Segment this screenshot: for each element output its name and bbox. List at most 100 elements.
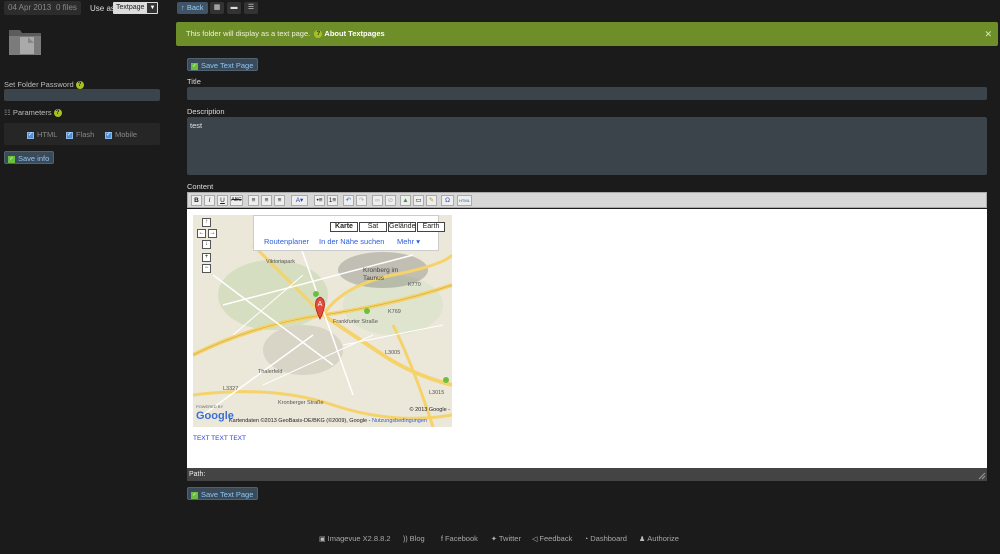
map-tab-gelaende[interactable]: Gelände: [388, 222, 416, 232]
map-tab-earth[interactable]: Earth: [417, 222, 445, 232]
description-textarea[interactable]: test: [187, 117, 987, 175]
pan-left-icon[interactable]: ←: [197, 229, 206, 238]
unlink-button[interactable]: ⊘: [385, 195, 396, 206]
map-tab-sat[interactable]: Sat: [359, 222, 387, 232]
map-label-l3327: L3327: [223, 386, 239, 392]
footer-blog-link[interactable]: )) Blog: [403, 534, 425, 543]
banner-text: This folder will display as a text page.: [186, 29, 311, 38]
attribution-text: Kartendaten ©2013 GeoBasis-DE/BKG (©2009…: [229, 418, 371, 424]
align-right-button[interactable]: ≡: [274, 195, 285, 206]
footer-twitter-link[interactable]: ✦ Twitter: [491, 534, 521, 543]
about-textpages-link[interactable]: About Textpages: [324, 29, 384, 38]
help-icon[interactable]: ?: [53, 109, 62, 118]
map-label-l3015: L3015: [429, 390, 445, 396]
redo-button[interactable]: ↷: [356, 195, 367, 206]
pan-up-icon[interactable]: ↑: [202, 218, 211, 227]
footer-version[interactable]: ▣ Imagevue X2.8.8.2: [319, 534, 391, 543]
parameters-label-row: ☷ Parameters?: [4, 108, 62, 118]
content-text-link[interactable]: TEXT TEXT TEXT: [193, 435, 246, 442]
help-icon[interactable]: ?: [75, 81, 84, 90]
rss-icon: )): [403, 536, 408, 543]
more-link[interactable]: Mehr ▾: [397, 237, 420, 246]
back-button[interactable]: ↑ Back: [177, 2, 208, 14]
footer-feedback-link[interactable]: ◁ Feedback: [532, 534, 572, 543]
footer-twitter-label: Twitter: [498, 534, 521, 543]
folder-icon: [9, 30, 41, 55]
checkbox-icon[interactable]: ✓: [66, 131, 73, 139]
title-input[interactable]: [187, 87, 987, 100]
grid-view-button[interactable]: ▦: [210, 2, 224, 14]
use-as-select[interactable]: Textpage ▼: [113, 2, 159, 14]
checkbox-icon[interactable]: ✓: [105, 131, 112, 139]
resize-grip-icon[interactable]: [978, 472, 986, 480]
content-label: Content: [187, 182, 214, 191]
map-label-kronberger-strasse: Kronberger Straße: [278, 400, 324, 406]
nearby-search-link[interactable]: In der Nähe suchen: [319, 237, 384, 246]
terms-link[interactable]: Nutzungsbedingungen: [372, 418, 427, 424]
text-view-button[interactable]: ☰: [244, 2, 258, 14]
save-text-page-button-top[interactable]: ✓ Save Text Page: [187, 58, 259, 71]
megaphone-icon: ◁: [532, 536, 538, 543]
save-label: Save Text Page: [201, 61, 254, 70]
footer-authorize-label: Authorize: [647, 534, 679, 543]
grid-icon: ▦: [213, 4, 221, 11]
description-label: Description: [187, 107, 225, 116]
folder-password-input[interactable]: [4, 89, 160, 101]
facebook-icon: f: [441, 536, 443, 543]
underline-button[interactable]: U: [217, 195, 228, 206]
image-button[interactable]: ▲: [400, 195, 411, 206]
param-html[interactable]: ✓ HTML: [27, 130, 57, 139]
list-icon: ☷: [4, 108, 11, 117]
description-value: test: [190, 121, 203, 130]
pan-down-icon[interactable]: ↓: [202, 240, 211, 249]
param-mobile[interactable]: ✓ Mobile: [105, 130, 137, 139]
align-center-button[interactable]: ≡: [261, 195, 272, 206]
special-char-button[interactable]: Ω: [441, 195, 454, 206]
undo-button[interactable]: ↶: [343, 195, 354, 206]
footer-authorize-link[interactable]: ♟ Authorize: [639, 534, 679, 543]
map-label-k770: K770: [408, 282, 421, 288]
text-icon: ☰: [247, 4, 255, 11]
list-icon: ▬: [230, 4, 238, 11]
content-editor[interactable]: A Viktoriapark Kronberg im Taunus Thaler…: [187, 209, 987, 468]
use-as-label: Use as: [90, 4, 115, 13]
info-banner: This folder will display as a text page.…: [176, 22, 998, 46]
footer-dashboard-link[interactable]: ◔ Dashboard: [584, 534, 627, 543]
footer-facebook-link[interactable]: f Facebook: [441, 534, 478, 543]
list-view-button[interactable]: ▬: [227, 2, 241, 14]
embedded-map[interactable]: A Viktoriapark Kronberg im Taunus Thaler…: [193, 215, 452, 427]
footer-dashboard-label: Dashboard: [590, 534, 627, 543]
bold-button[interactable]: B: [191, 195, 202, 206]
save-info-button[interactable]: ✓ Save info: [4, 151, 55, 164]
numbered-list-button[interactable]: 1≡: [327, 195, 338, 206]
align-left-button[interactable]: ≡: [248, 195, 259, 206]
save-icon: ✓: [191, 491, 198, 499]
save-text-page-button-bottom[interactable]: ✓ Save Text Page: [187, 487, 259, 500]
zoom-in-icon[interactable]: +: [202, 253, 211, 262]
zoom-out-icon[interactable]: −: [202, 264, 211, 273]
more-label: Mehr: [397, 237, 415, 246]
chevron-down-icon: ▾: [416, 237, 420, 246]
cleanup-button[interactable]: ✎: [426, 195, 437, 206]
strikethrough-button[interactable]: ABC: [230, 195, 243, 206]
help-icon[interactable]: ?: [314, 30, 323, 39]
map-label-frankfurter-strasse: Frankfurter Straße: [333, 319, 378, 325]
map-info-popup: Karte Sat Gelände Earth Routenplaner In …: [253, 215, 445, 251]
html-source-button[interactable]: HTML: [457, 195, 472, 206]
italic-button[interactable]: I: [204, 195, 215, 206]
close-icon[interactable]: ✕: [984, 22, 992, 46]
checkbox-icon[interactable]: ✓: [27, 131, 34, 139]
rich-text-toolbar: B I U ABC ≡ ≡ ≡ A▾ •≡ 1≡ ↶ ↷ ∞ ⊘ ▲ ▭ ✎ Ω…: [187, 192, 987, 208]
password-label-row: Set Folder Password?: [4, 80, 84, 90]
map-tab-karte[interactable]: Karte: [330, 222, 358, 232]
routenplaner-link[interactable]: Routenplaner: [264, 237, 309, 246]
bullet-list-button[interactable]: •≡: [314, 195, 325, 206]
link-button[interactable]: ∞: [372, 195, 383, 206]
pan-right-icon[interactable]: →: [208, 229, 217, 238]
horizontal-rule-button[interactable]: ▭: [413, 195, 424, 206]
title-label: Title: [187, 77, 201, 86]
param-flash[interactable]: ✓ Flash: [66, 130, 94, 139]
password-label: Set Folder Password: [4, 80, 74, 89]
user-icon: ♟: [639, 536, 646, 543]
text-color-button[interactable]: A▾: [291, 195, 308, 206]
